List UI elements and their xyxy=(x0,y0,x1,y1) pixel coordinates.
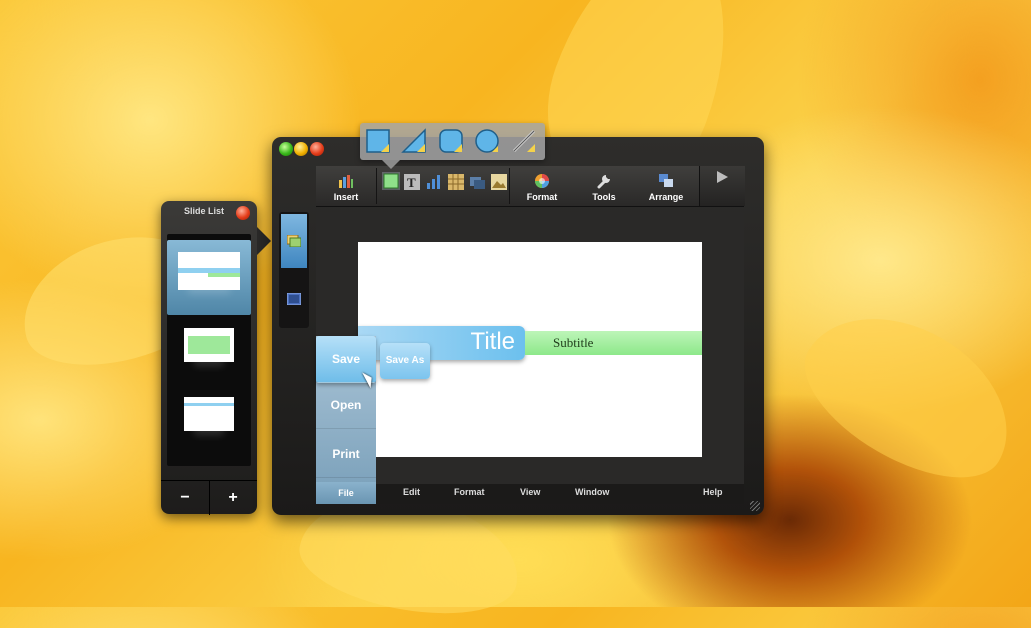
image-tool-icon[interactable] xyxy=(491,174,507,190)
open-button[interactable]: Open xyxy=(316,382,376,429)
arrange-button[interactable]: Arrange xyxy=(636,166,696,206)
shapes-popup xyxy=(360,123,545,169)
file-menu: Open Print Save xyxy=(316,336,376,497)
square-shape-icon[interactable] xyxy=(364,127,392,155)
window-close-button[interactable] xyxy=(310,142,324,156)
svg-text:T: T xyxy=(407,175,416,190)
print-button[interactable]: Print xyxy=(316,431,376,478)
menu-view[interactable]: View xyxy=(520,487,540,497)
insert-chart-icon xyxy=(339,175,353,188)
layout-icon xyxy=(287,293,301,305)
slide-list-toggle[interactable] xyxy=(281,214,307,268)
tools-button[interactable]: Tools xyxy=(574,166,634,206)
toolbar: Insert T Format Tools Arrange xyxy=(316,166,745,207)
rounded-square-shape-icon[interactable] xyxy=(437,127,465,155)
menu-format[interactable]: Format xyxy=(454,487,485,497)
toolbar-divider xyxy=(509,168,510,204)
slide-list-buttons: − + xyxy=(161,480,257,515)
tool-rail xyxy=(279,212,309,328)
toolbar-divider xyxy=(376,168,377,204)
format-label: Format xyxy=(526,192,558,202)
slide-subtitle: Subtitle xyxy=(553,335,594,350)
background-petal xyxy=(782,283,1031,507)
triangle-shape-icon[interactable] xyxy=(400,127,428,155)
slide-list-close-button[interactable] xyxy=(236,206,250,220)
window-minimize-button[interactable] xyxy=(294,142,308,156)
circle-shape-icon[interactable] xyxy=(473,127,501,155)
slides-icon xyxy=(287,235,301,247)
chart-tool-icon[interactable] xyxy=(426,174,442,190)
slide-thumbnail-3[interactable] xyxy=(184,397,234,431)
tools-label: Tools xyxy=(592,192,616,202)
save-as-button[interactable]: Save As xyxy=(380,343,430,379)
insert-button[interactable]: Insert xyxy=(316,166,376,206)
play-button[interactable] xyxy=(699,166,745,206)
slide-title: Title xyxy=(470,328,515,355)
menu-edit[interactable]: Edit xyxy=(403,487,420,497)
text-tool-icon[interactable]: T xyxy=(404,174,420,190)
subtitle-box[interactable]: Subtitle xyxy=(525,331,702,355)
menu-file[interactable]: File xyxy=(316,482,376,504)
shapes-popup-pointer xyxy=(382,160,400,169)
wrench-icon xyxy=(597,175,610,189)
layout-toggle[interactable] xyxy=(281,272,307,326)
arrange-icon xyxy=(659,174,673,187)
slide-panel-pointer xyxy=(257,227,271,255)
main-window: Insert T Format Tools Arrange Title Subt… xyxy=(272,137,764,515)
remove-slide-button[interactable]: − xyxy=(161,481,210,515)
format-button[interactable]: Format xyxy=(512,166,572,206)
add-slide-button[interactable]: + xyxy=(209,481,257,515)
table-tool-icon[interactable] xyxy=(448,174,464,190)
insert-label: Insert xyxy=(333,192,359,202)
media-tool-icon[interactable] xyxy=(470,174,486,190)
insert-object-group: T xyxy=(378,166,508,206)
arrange-label: Arrange xyxy=(648,192,684,202)
shape-tool-icon[interactable] xyxy=(382,172,400,190)
slide-list-panel: Slide List − + xyxy=(161,201,257,515)
play-icon xyxy=(717,171,728,183)
slide-thumbnail-2[interactable] xyxy=(184,328,234,362)
window-zoom-button[interactable] xyxy=(279,142,293,156)
menubar: Edit Format View Window Help xyxy=(316,484,744,504)
menu-help[interactable]: Help xyxy=(703,487,723,497)
slide-thumbnail-selected[interactable] xyxy=(167,240,251,315)
line-shape-icon[interactable] xyxy=(510,127,538,155)
menu-window[interactable]: Window xyxy=(575,487,609,497)
resize-grip[interactable] xyxy=(750,501,760,511)
color-wheel-icon xyxy=(535,174,549,188)
slide-thumbnail-1 xyxy=(178,252,240,290)
